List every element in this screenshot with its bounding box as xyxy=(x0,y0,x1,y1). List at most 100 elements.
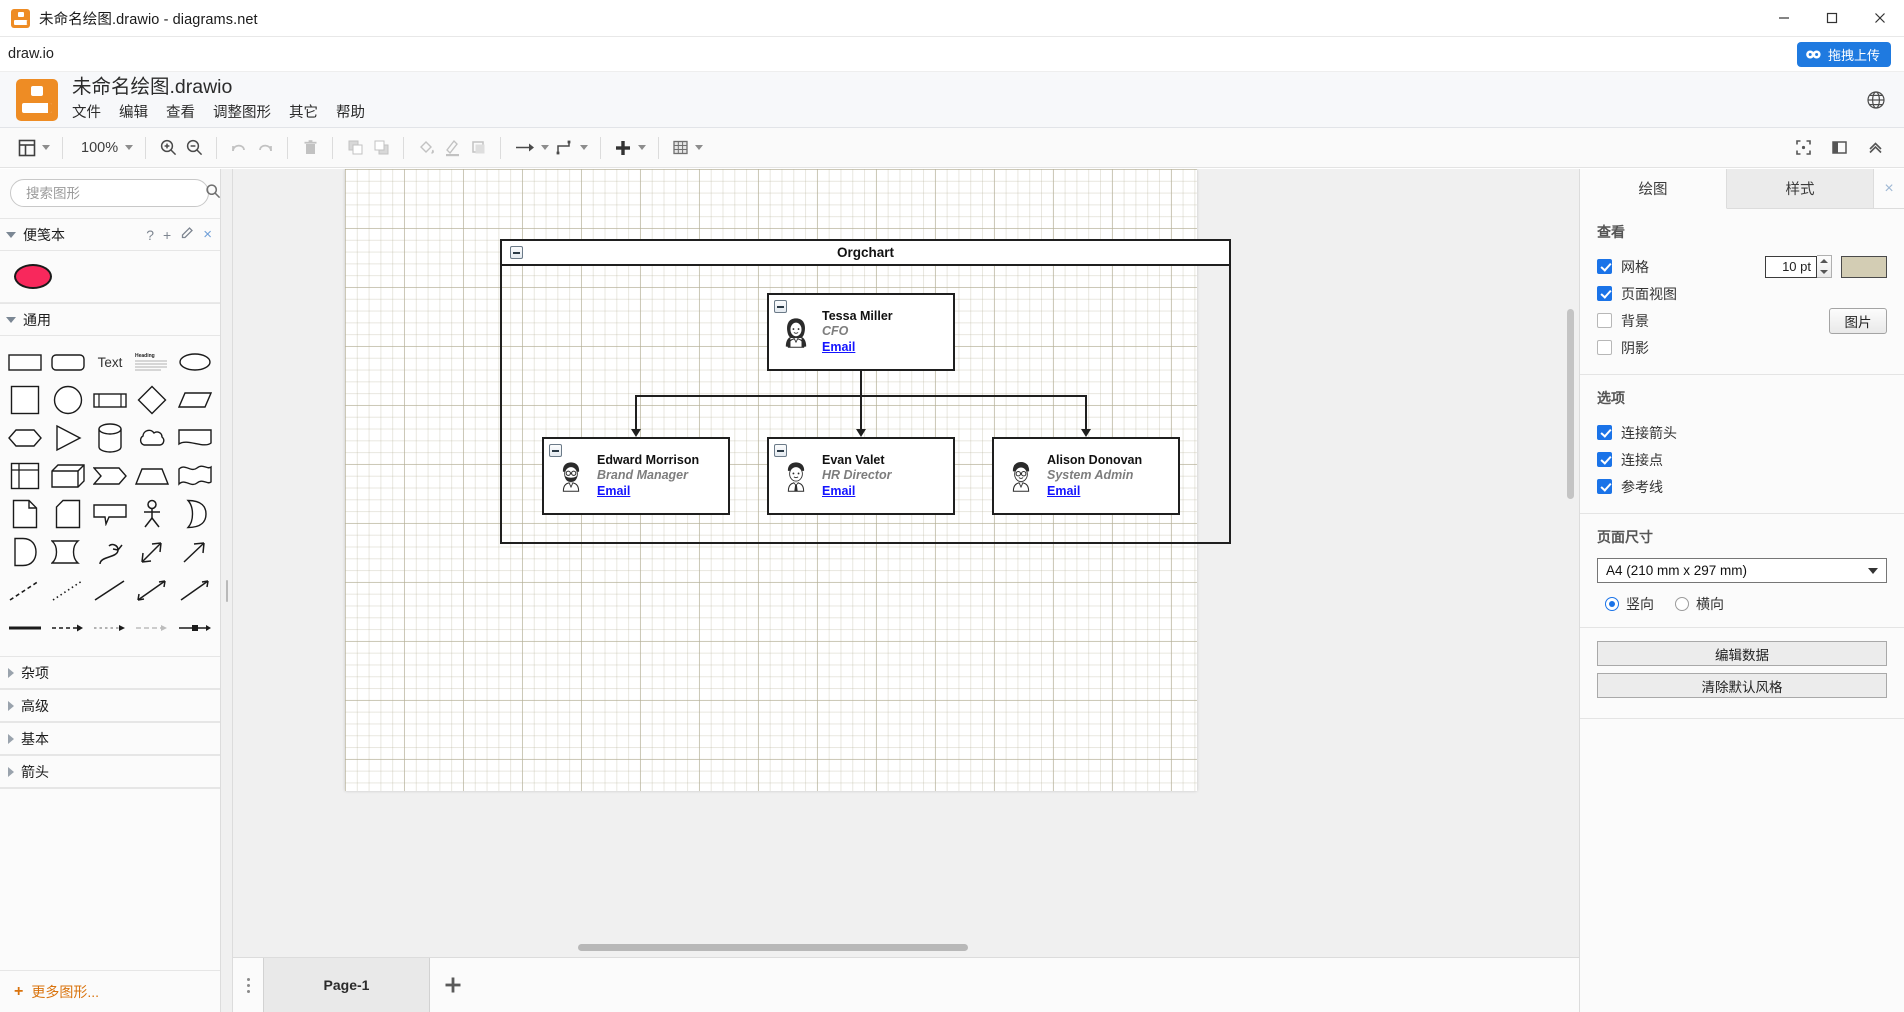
to-back-icon[interactable] xyxy=(368,133,394,163)
shape-dashed-arrow[interactable] xyxy=(46,610,88,646)
waypoints-icon[interactable] xyxy=(552,133,591,163)
guides-checkbox[interactable] xyxy=(1597,479,1612,494)
close-icon[interactable]: × xyxy=(1874,169,1904,208)
shape-note[interactable] xyxy=(4,496,46,532)
shape-tape[interactable] xyxy=(174,458,216,494)
clear-default-style-button[interactable]: 清除默认风格 xyxy=(1597,673,1887,698)
maximize-icon[interactable] xyxy=(1808,0,1856,37)
shape-rectangle[interactable] xyxy=(4,344,46,380)
shadow-checkbox[interactable] xyxy=(1597,340,1612,355)
pink-ellipse-shape[interactable] xyxy=(14,264,52,289)
shape-textbox[interactable]: Heading xyxy=(131,344,173,380)
close-icon[interactable]: × xyxy=(203,226,212,243)
grid-checkbox[interactable] xyxy=(1597,259,1612,274)
edit-data-button[interactable]: 编辑数据 xyxy=(1597,641,1887,666)
panel-layout-icon[interactable] xyxy=(14,133,53,163)
undo-icon[interactable] xyxy=(226,133,252,163)
to-front-icon[interactable] xyxy=(342,133,368,163)
fullscreen-icon[interactable] xyxy=(1790,133,1816,163)
background-checkbox[interactable] xyxy=(1597,313,1612,328)
landscape-radio[interactable] xyxy=(1675,597,1689,611)
menu-help[interactable]: 帮助 xyxy=(336,100,365,123)
shape-document[interactable] xyxy=(174,420,216,456)
grid-size-stepper[interactable] xyxy=(1817,255,1832,278)
horizontal-scrollbar[interactable] xyxy=(578,944,968,951)
shape-dotted-arrow[interactable] xyxy=(89,610,131,646)
zoom-level-button[interactable]: 100% xyxy=(72,133,136,163)
insert-icon[interactable] xyxy=(610,133,649,163)
org-card-email-link[interactable]: Email xyxy=(822,340,893,355)
connection-arrow-icon[interactable] xyxy=(510,133,552,163)
shape-curve[interactable] xyxy=(89,534,131,570)
edit-icon[interactable] xyxy=(180,226,194,243)
vertical-scrollbar[interactable] xyxy=(1567,309,1574,499)
shape-trapezoid[interactable] xyxy=(131,458,173,494)
grid-color-swatch[interactable] xyxy=(1841,255,1887,278)
shape-rounded-rectangle[interactable] xyxy=(46,344,88,380)
org-card-edward-morrison[interactable]: Edward Morrison Brand Manager Email xyxy=(542,437,730,515)
shape-actor[interactable] xyxy=(131,496,173,532)
shape-ellipse[interactable] xyxy=(174,344,216,380)
shape-square[interactable] xyxy=(4,382,46,418)
close-icon[interactable] xyxy=(1856,0,1904,37)
shape-rhombus[interactable] xyxy=(131,382,173,418)
paper-size-select[interactable]: A4 (210 mm x 297 mm) xyxy=(1597,558,1887,583)
diagram-canvas[interactable]: Orgchart Tessa Miller CFO Email Edward M… xyxy=(233,169,1579,957)
shape-cloud[interactable] xyxy=(131,420,173,456)
tab-style[interactable]: 样式 xyxy=(1727,169,1874,208)
dots-handle-icon[interactable] xyxy=(233,958,263,1012)
sidebar-resize-handle[interactable] xyxy=(221,169,233,1012)
more-shapes-button[interactable]: + 更多图形... xyxy=(0,970,220,1012)
menu-view[interactable]: 查看 xyxy=(166,100,195,123)
stepper-down-icon[interactable] xyxy=(1820,269,1828,274)
shape-process[interactable] xyxy=(89,382,131,418)
shape-line[interactable] xyxy=(89,572,131,608)
file-name-title[interactable]: 未命名绘图.drawio xyxy=(72,76,365,98)
menu-arrange[interactable]: 调整图形 xyxy=(213,100,271,123)
shape-card[interactable] xyxy=(46,496,88,532)
connection-points-checkbox[interactable] xyxy=(1597,452,1612,467)
add-page-button[interactable] xyxy=(430,958,476,1012)
search-icon[interactable] xyxy=(205,183,221,204)
shape-internal-storage[interactable] xyxy=(4,458,46,494)
shape-directional-connector[interactable] xyxy=(174,572,216,608)
shape-cylinder[interactable] xyxy=(89,420,131,456)
shape-dotted-line[interactable] xyxy=(46,572,88,608)
sidebar-section-scratchpad[interactable]: 便笺本 ? + × xyxy=(0,218,220,251)
shadow-icon[interactable] xyxy=(465,133,491,163)
shape-cube[interactable] xyxy=(46,458,88,494)
redo-icon[interactable] xyxy=(252,133,278,163)
table-icon[interactable] xyxy=(668,133,706,163)
shape-parallelogram[interactable] xyxy=(174,382,216,418)
page-view-checkbox[interactable] xyxy=(1597,286,1612,301)
stepper-up-icon[interactable] xyxy=(1820,259,1828,264)
collapse-icon[interactable] xyxy=(774,300,787,313)
drag-upload-button[interactable]: 拖拽上传 xyxy=(1796,41,1891,67)
shape-data-storage[interactable] xyxy=(46,534,88,570)
search-shapes-box[interactable] xyxy=(10,179,221,207)
tab-diagram[interactable]: 绘图 xyxy=(1580,169,1727,209)
collapse-icon[interactable] xyxy=(549,444,562,457)
shape-sketch-arrow[interactable] xyxy=(131,610,173,646)
shape-callout[interactable] xyxy=(89,496,131,532)
page-tab-page-1[interactable]: Page-1 xyxy=(263,958,430,1012)
zoom-out-icon[interactable] xyxy=(181,133,207,163)
shape-link[interactable] xyxy=(4,610,46,646)
org-card-alison-donovan[interactable]: Alison Donovan System Admin Email xyxy=(992,437,1180,515)
org-card-tessa-miller[interactable]: Tessa Miller CFO Email xyxy=(767,293,955,371)
diagram-page[interactable]: Orgchart Tessa Miller CFO Email Edward M… xyxy=(345,169,1231,791)
portrait-radio[interactable] xyxy=(1605,597,1619,611)
org-card-email-link[interactable]: Email xyxy=(822,484,891,499)
sidebar-section-misc[interactable]: 杂项 xyxy=(0,656,220,689)
background-image-button[interactable]: 图片 xyxy=(1829,307,1887,334)
add-icon[interactable]: + xyxy=(163,227,171,243)
shape-bidirectional-arrow[interactable] xyxy=(131,534,173,570)
menu-file[interactable]: 文件 xyxy=(72,100,101,123)
collapse-toolbar-icon[interactable] xyxy=(1862,133,1888,163)
shape-circle[interactable] xyxy=(46,382,88,418)
sidebar-section-advanced[interactable]: 高级 xyxy=(0,689,220,722)
fill-color-icon[interactable] xyxy=(413,133,439,163)
orgchart-title-bar[interactable]: Orgchart xyxy=(500,239,1231,266)
shape-arrow[interactable] xyxy=(174,534,216,570)
org-card-email-link[interactable]: Email xyxy=(1047,484,1142,499)
